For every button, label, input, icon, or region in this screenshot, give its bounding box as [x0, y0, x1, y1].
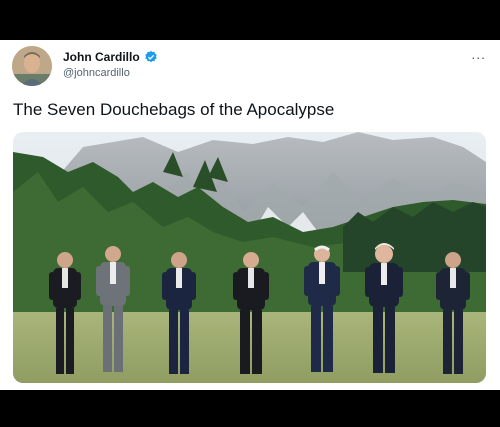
user-handle[interactable]: @johncardillo	[63, 67, 130, 79]
avatar[interactable]	[12, 46, 52, 86]
tweet-text: The Seven Douchebags of the Apocalypse	[13, 100, 335, 119]
tweet-card: John Cardillo @johncardillo ... The Seve…	[0, 40, 500, 390]
more-options-icon[interactable]: ...	[471, 46, 486, 62]
display-name[interactable]: John Cardillo	[63, 50, 158, 67]
verified-badge-icon	[144, 50, 158, 67]
tweet-photo[interactable]	[13, 132, 486, 383]
